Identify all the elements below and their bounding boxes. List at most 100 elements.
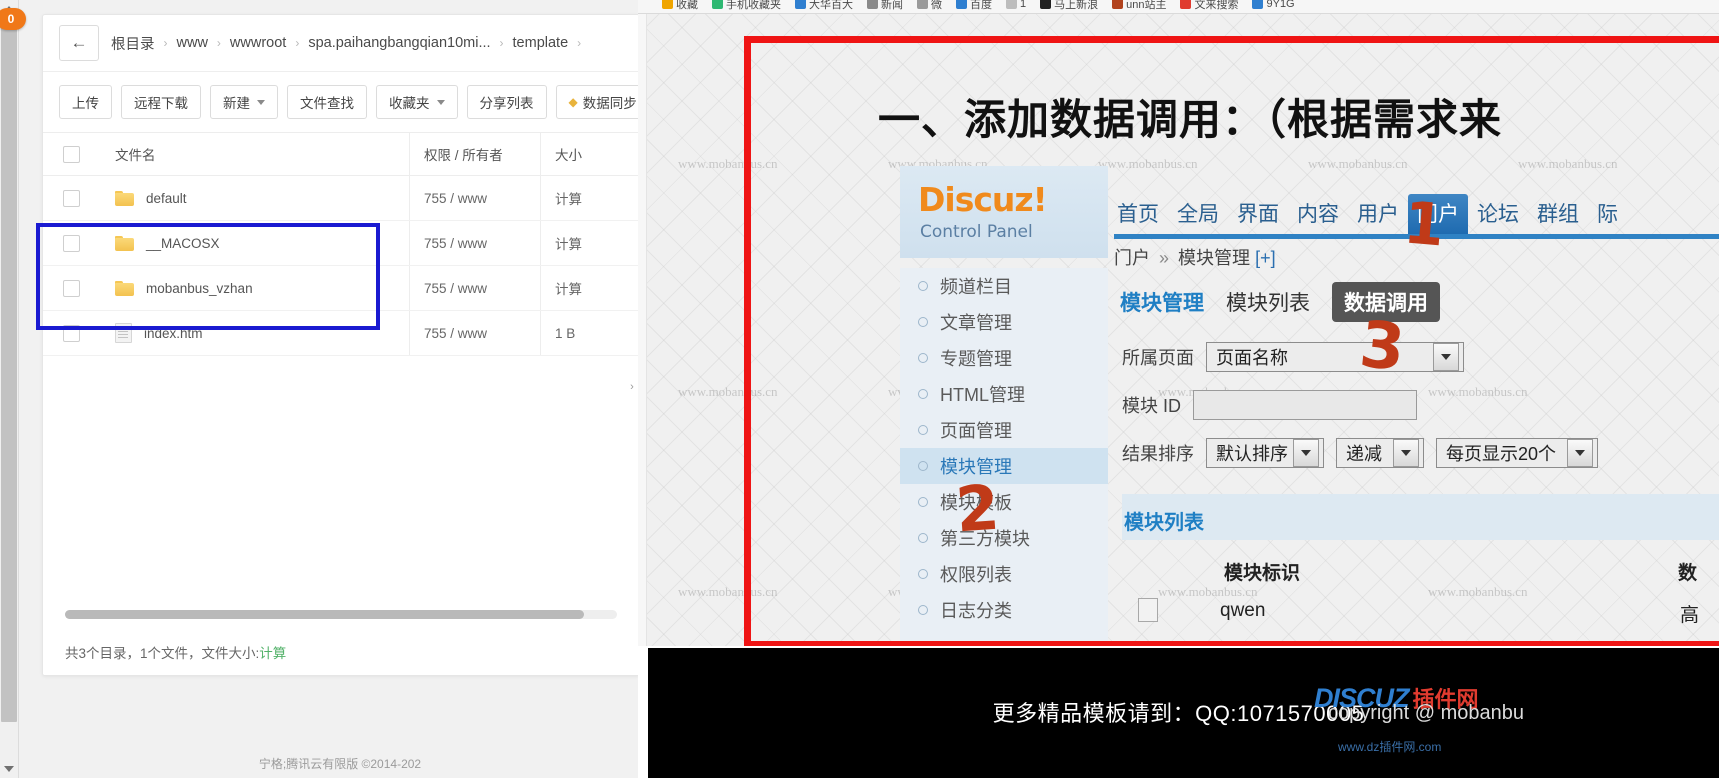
chevron-down-icon[interactable] (1393, 439, 1419, 467)
row-permission[interactable]: 755 / www (409, 310, 541, 356)
scrollbar-thumb[interactable] (1, 22, 17, 722)
discuz-nav-论坛[interactable]: 论坛 (1468, 194, 1528, 234)
bookmark-item[interactable]: 大华百大 (795, 0, 853, 12)
discuz-nav-内容[interactable]: 内容 (1288, 194, 1348, 234)
bookmark-item[interactable]: 手机收藏夹 (712, 0, 781, 12)
discuz-nav-首页[interactable]: 首页 (1108, 194, 1168, 234)
page-select[interactable]: 页面名称 (1206, 342, 1464, 372)
discuz-nav-群组[interactable]: 群组 (1528, 194, 1588, 234)
toolbar-button-上传[interactable]: 上传 (59, 85, 112, 119)
breadcrumb-item[interactable]: template (513, 35, 569, 51)
bookmark-label: 1 (1020, 0, 1027, 10)
bookmark-item[interactable]: 百度 (956, 0, 992, 12)
discuz-breadcrumb-plus[interactable]: [+] (1255, 248, 1276, 268)
chevron-down-icon[interactable] (1433, 343, 1459, 371)
back-button[interactable]: ← (59, 25, 99, 61)
column-header-size[interactable]: 大小 (540, 132, 639, 176)
discuz-sidebar-item-页面管理[interactable]: 页面管理 (900, 412, 1108, 448)
row-size[interactable]: 计算 (540, 175, 639, 221)
table-row[interactable]: __MACOSX 755 / www 计算 (43, 220, 639, 266)
discuz-nav-界面[interactable]: 界面 (1228, 194, 1288, 234)
sort-select[interactable]: 默认排序 (1206, 438, 1324, 468)
discuz-sidebar-item-日志分类[interactable]: 日志分类 (900, 592, 1108, 628)
bookmark-item[interactable]: 马上新浪 (1040, 0, 1098, 12)
module-list-title: 模块列表 (1124, 512, 1204, 534)
breadcrumb-item[interactable]: wwwroot (230, 35, 286, 51)
row-permission[interactable]: 755 / www (409, 175, 541, 221)
bottom-bar-left-edge (638, 646, 648, 778)
chevron-down-icon[interactable] (1293, 439, 1319, 467)
module-tab-模块列表[interactable]: 模块列表 (1226, 287, 1310, 317)
row-checkbox[interactable] (63, 234, 80, 252)
table-row[interactable]: default 755 / www 计算 (43, 175, 639, 221)
table-horizontal-scrollbar[interactable] (65, 610, 617, 619)
order-select[interactable]: 递减 (1336, 438, 1424, 468)
row-name[interactable]: mobanbus_vzhan (146, 281, 253, 296)
discuz-sidebar-item-频道栏目[interactable]: 频道栏目 (900, 268, 1108, 304)
file-rows: default 755 / www 计算 __MACOSX 755 / www 计算 mob… (43, 175, 639, 356)
panel-collapse-handle[interactable]: › (626, 378, 638, 396)
table-row[interactable]: index.htm 755 / www 1 B (43, 310, 639, 356)
table-row[interactable]: mobanbus_vzhan 755 / www 计算 (43, 265, 639, 311)
bookmark-item[interactable]: 新闻 (867, 0, 903, 12)
bookmark-item[interactable]: unn站主 (1112, 0, 1166, 12)
discuz-sidebar-item-第三方模块[interactable]: 第三方模块 (900, 520, 1108, 556)
perpage-select[interactable]: 每页显示20个 (1436, 438, 1598, 468)
table-horizontal-scrollbar-thumb[interactable] (65, 610, 584, 619)
discuz-nav-用户[interactable]: 用户 (1348, 194, 1408, 234)
module-tab-模块管理[interactable]: 模块管理 (1120, 287, 1204, 317)
page-scrollbar[interactable] (0, 0, 19, 778)
module-id-input[interactable] (1193, 390, 1418, 420)
discuz-sidebar-item-权限列表[interactable]: 权限列表 (900, 556, 1108, 592)
footer-calc-link[interactable]: 计算 (259, 642, 286, 662)
breadcrumb-item[interactable]: 根目录 (111, 33, 155, 54)
breadcrumb-item[interactable]: spa.paihangbangqian10mi... (308, 35, 490, 51)
row-permission[interactable]: 755 / www (409, 220, 541, 266)
bookmark-item[interactable]: 1 (1006, 0, 1026, 10)
toolbar-button-数据同步[interactable]: ◆ 数据同步 (555, 85, 639, 119)
row-checkbox[interactable] (63, 279, 80, 297)
toolbar-button-文件查找[interactable]: 文件查找 (287, 85, 367, 119)
discuz-sidebar-item-模块模板[interactable]: 模块模板 (900, 484, 1108, 520)
discuz-nav-全局[interactable]: 全局 (1168, 194, 1228, 234)
toolbar-button-收藏夹[interactable]: 收藏夹 (376, 85, 458, 119)
module-tab-数据调用[interactable]: 数据调用 (1332, 282, 1440, 322)
scrollbar-down-arrow[interactable] (0, 760, 18, 778)
bookmark-item[interactable]: 9Y1G (1252, 0, 1295, 10)
discuz-sidebar-item-HTML管理[interactable]: HTML管理 (900, 376, 1108, 412)
row-name[interactable]: index.htm (144, 326, 203, 341)
discuz-sidebar-label: 专题管理 (940, 349, 1012, 369)
toolbar-button-远程下载[interactable]: 远程下载 (121, 85, 201, 119)
column-header-perm[interactable]: 权限 / 所有者 (409, 132, 541, 176)
row-size[interactable]: 计算 (540, 220, 639, 266)
bookmark-item[interactable]: 收藏 (662, 0, 698, 12)
module-id-label: 模块 ID (1122, 396, 1182, 416)
toolbar-button-新建[interactable]: 新建 (210, 85, 278, 119)
row-name[interactable]: default (146, 191, 187, 206)
row-size[interactable]: 计算 (540, 265, 639, 311)
bookmark-favicon-icon (867, 0, 878, 9)
discuz-nav-门户[interactable]: 门户 (1408, 194, 1468, 234)
discuz-sidebar-item-专题管理[interactable]: 专题管理 (900, 340, 1108, 376)
discuz-sidebar-item-文章管理[interactable]: 文章管理 (900, 304, 1108, 340)
row-permission[interactable]: 755 / www (409, 265, 541, 311)
toolbar-button-label: 上传 (72, 96, 99, 111)
row-checkbox[interactable] (63, 324, 80, 342)
row-checkbox[interactable] (63, 189, 80, 207)
row-name[interactable]: __MACOSX (146, 236, 220, 251)
module-row-checkbox[interactable] (1138, 598, 1158, 622)
notification-badge[interactable]: 0 (0, 8, 26, 30)
select-all-checkbox[interactable] (63, 145, 80, 163)
discuz-nav-际[interactable]: 际 (1588, 194, 1627, 234)
breadcrumb-item[interactable]: www (177, 35, 208, 51)
discuz-sidebar-item-模块管理[interactable]: 模块管理 (900, 448, 1108, 484)
chevron-down-icon[interactable] (1567, 439, 1593, 467)
column-header-name[interactable]: 文件名 (115, 132, 410, 176)
bullet-icon (918, 569, 928, 579)
toolbar-button-分享列表[interactable]: 分享列表 (466, 85, 547, 119)
bookmark-item[interactable]: 文来搜索 (1180, 0, 1238, 12)
bookmark-item[interactable]: 微 (917, 0, 942, 12)
module-table-header-count: 数 (1678, 563, 1698, 584)
bookmark-label: 大华百大 (809, 0, 853, 11)
breadcrumb-separator: › (295, 36, 300, 50)
